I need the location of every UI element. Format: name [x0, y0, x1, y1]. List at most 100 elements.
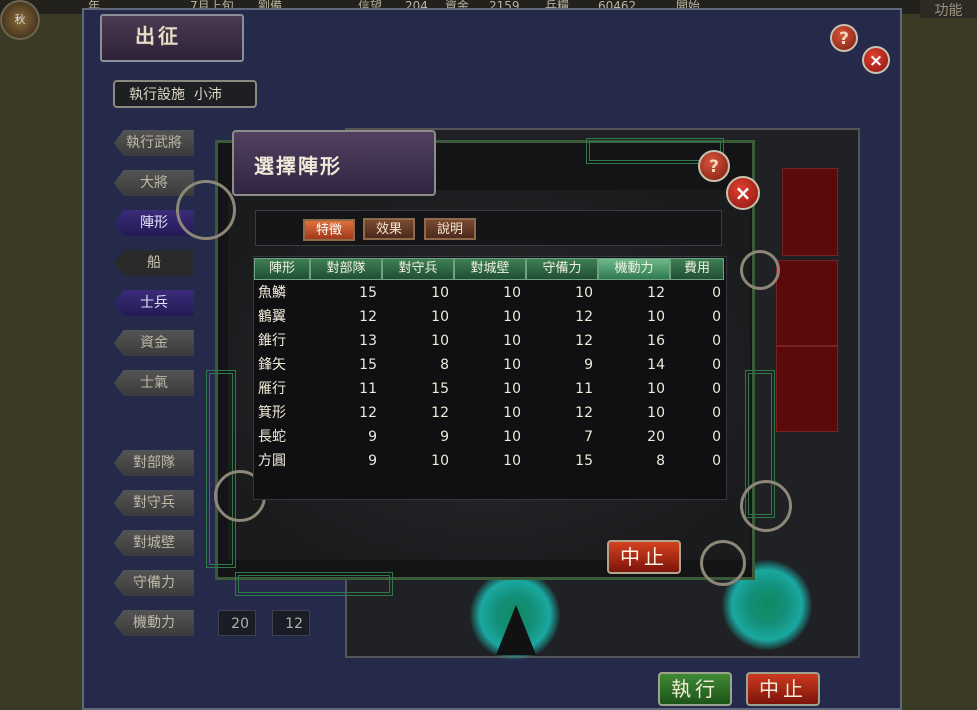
formation-name[interactable]: 錐行 — [258, 330, 308, 352]
cloud-ornament-icon — [740, 250, 780, 290]
formation-name[interactable]: 鶴翼 — [258, 306, 308, 328]
formation-stat: 10 — [647, 381, 665, 397]
formation-stat: 10 — [503, 357, 521, 373]
side-button-executor[interactable]: 執行武將 — [114, 130, 194, 156]
formation-name[interactable]: 魚鱗 — [258, 282, 308, 304]
formation-stat: 8 — [440, 357, 449, 373]
execute-button[interactable]: 執行 — [658, 672, 732, 706]
formation-stat: 0 — [712, 453, 721, 469]
dialog-close-icon[interactable]: × — [726, 176, 760, 210]
formation-stat: 13 — [359, 333, 377, 349]
outer-help-icon[interactable]: ? — [830, 24, 858, 52]
formation-stat: 0 — [712, 309, 721, 325]
stat-button-mobility: 機動力 — [114, 610, 194, 636]
cloud-ornament-icon — [700, 540, 746, 586]
formation-name[interactable]: 鋒矢 — [258, 354, 308, 376]
formation-stat: 0 — [712, 429, 721, 445]
stat-button-vs-guards: 對守兵 — [114, 490, 194, 516]
formation-stat: 12 — [575, 405, 593, 421]
mobility-value-2: 12 — [272, 610, 310, 636]
stat-button-vs-walls: 對城壁 — [114, 530, 194, 556]
side-button-morale[interactable]: 士氣 — [114, 370, 194, 396]
stat-button-defense: 守備力 — [114, 570, 194, 596]
formation-stat: 10 — [503, 429, 521, 445]
formation-stat: 12 — [431, 405, 449, 421]
formation-stat: 0 — [712, 381, 721, 397]
formation-stat: 10 — [431, 309, 449, 325]
column-header-cost[interactable]: 費用 — [670, 258, 724, 280]
facility-box: 執行設施 小沛 — [113, 80, 257, 108]
column-header-vs-walls[interactable]: 對城壁 — [454, 258, 526, 280]
side-button-soldiers[interactable]: 士兵 — [114, 290, 194, 316]
tab-description[interactable]: 說明 — [424, 218, 476, 240]
formation-stat: 10 — [503, 405, 521, 421]
outer-close-icon[interactable]: × — [862, 46, 890, 74]
column-header-defense[interactable]: 守備力 — [526, 258, 598, 280]
formation-stat: 15 — [359, 357, 377, 373]
formation-stat: 15 — [431, 381, 449, 397]
dialog-help-icon[interactable]: ? — [698, 150, 730, 182]
formation-stat: 20 — [647, 429, 665, 445]
dragon-ornament-icon — [176, 180, 236, 240]
formation-stat: 10 — [503, 333, 521, 349]
formation-stat: 10 — [503, 381, 521, 397]
dragon-ornament-icon — [740, 480, 792, 532]
formation-name[interactable]: 長蛇 — [258, 426, 308, 448]
formation-stat: 15 — [359, 285, 377, 301]
preview-cell — [776, 260, 838, 346]
formation-stat: 10 — [503, 453, 521, 469]
formation-stat: 10 — [503, 309, 521, 325]
dialog-cancel-button[interactable]: 中止 — [607, 540, 681, 574]
formation-stat: 10 — [503, 285, 521, 301]
formation-stat: 9 — [584, 357, 593, 373]
formation-stat: 15 — [575, 453, 593, 469]
function-button[interactable]: 功能 — [920, 0, 977, 19]
outer-cancel-button[interactable]: 中止 — [746, 672, 820, 706]
preview-cell — [782, 168, 838, 256]
column-header-mobility[interactable]: 機動力 — [598, 258, 670, 280]
formation-stat: 16 — [647, 333, 665, 349]
formation-stat: 11 — [575, 381, 593, 397]
formation-stat: 9 — [368, 453, 377, 469]
column-header-formation[interactable]: 陣形 — [254, 258, 310, 280]
season-emblem: 秋 — [0, 0, 40, 40]
formation-stat: 0 — [712, 333, 721, 349]
formation-stat: 12 — [359, 405, 377, 421]
formation-stat: 9 — [440, 429, 449, 445]
stat-button-vs-units: 對部隊 — [114, 450, 194, 476]
column-header-vs-units[interactable]: 對部隊 — [310, 258, 382, 280]
formation-stat: 11 — [359, 381, 377, 397]
expedition-title: 出征 — [135, 24, 181, 48]
dialog-title: 選擇陣形 — [254, 154, 342, 178]
formation-stat: 12 — [575, 333, 593, 349]
formation-name[interactable]: 箕形 — [258, 402, 308, 424]
side-button-ship[interactable]: 船 — [114, 250, 194, 276]
formation-stat: 0 — [712, 357, 721, 373]
formation-stat: 10 — [431, 453, 449, 469]
column-header-vs-guards[interactable]: 對守兵 — [382, 258, 454, 280]
border-ornament — [206, 370, 236, 568]
border-ornament — [235, 572, 393, 596]
formation-stat: 12 — [359, 309, 377, 325]
formation-stat: 0 — [712, 405, 721, 421]
formation-stat: 10 — [431, 333, 449, 349]
formation-stat: 8 — [656, 453, 665, 469]
unit-marker-icon — [496, 605, 536, 655]
formation-stat: 12 — [575, 309, 593, 325]
side-button-funds[interactable]: 資金 — [114, 330, 194, 356]
formation-name[interactable]: 雁行 — [258, 378, 308, 400]
facility-value: 小沛 — [193, 87, 222, 103]
formation-stat: 10 — [647, 309, 665, 325]
mobility-value-1: 20 — [218, 610, 256, 636]
formation-name[interactable]: 方圓 — [258, 450, 308, 472]
formation-stat: 0 — [712, 285, 721, 301]
formation-stat: 14 — [647, 357, 665, 373]
preview-cell — [776, 346, 838, 432]
formation-stat: 12 — [647, 285, 665, 301]
tab-effects[interactable]: 效果 — [363, 218, 415, 240]
formation-stat: 10 — [575, 285, 593, 301]
formation-stat: 9 — [368, 429, 377, 445]
formation-stat: 10 — [431, 285, 449, 301]
formation-stat: 10 — [647, 405, 665, 421]
tab-features[interactable]: 特徵 — [303, 219, 355, 241]
